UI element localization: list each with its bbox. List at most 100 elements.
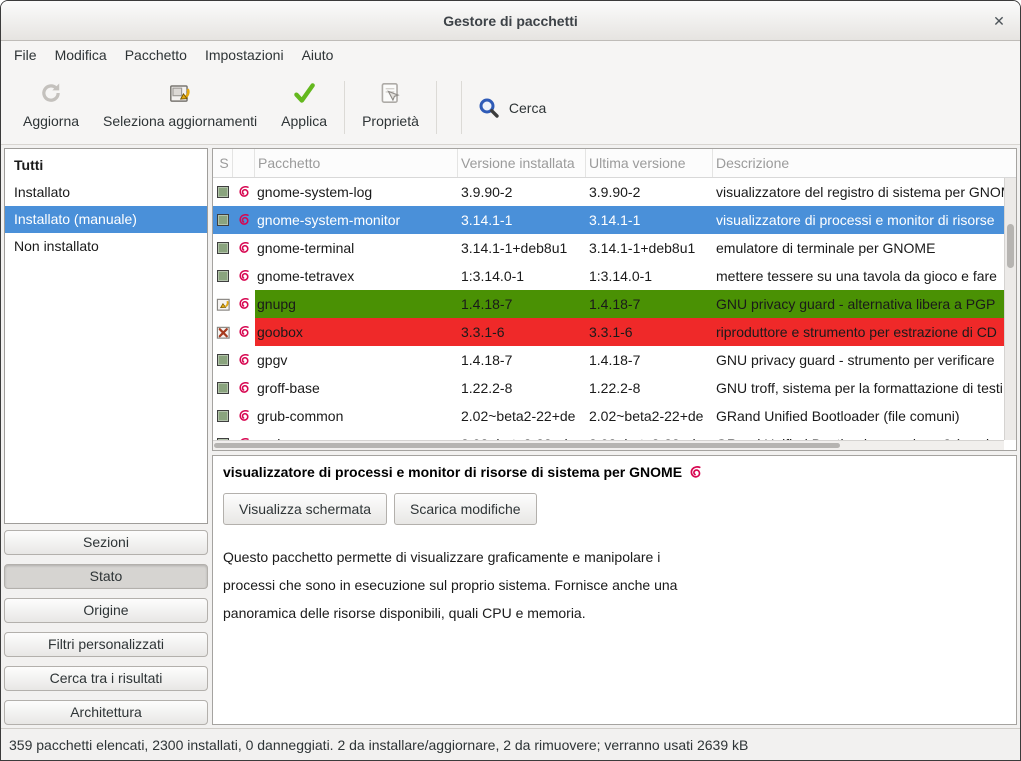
close-icon[interactable]: ✕ xyxy=(990,12,1008,30)
table-horizontal-scrollbar[interactable] xyxy=(213,440,1004,450)
package-status-cell[interactable] xyxy=(213,234,233,262)
view-button-architettura[interactable]: Architettura xyxy=(4,700,208,725)
table-row[interactable]: gnome-tetravex 1:3.14.0-1 1:3.14.0-1 met… xyxy=(213,262,1004,290)
table-row[interactable]: gnome-terminal 3.14.1-1+deb8u1 3.14.1-1+… xyxy=(213,234,1004,262)
package-name: goobox xyxy=(255,318,458,346)
package-table: S Pacchetto Versione installata Ultima v… xyxy=(212,148,1017,451)
remove-status-icon xyxy=(216,325,231,340)
view-button-sezioni[interactable]: Sezioni xyxy=(4,530,208,555)
table-row[interactable]: gnupg 1.4.18-7 1.4.18-7 GNU privacy guar… xyxy=(213,290,1004,318)
filter-item-tutti[interactable]: Tutti xyxy=(5,152,207,179)
installed-status-icon xyxy=(217,242,229,254)
mark-upgrades-icon xyxy=(167,79,193,107)
column-header-latest-version[interactable]: Ultima versione xyxy=(586,149,713,177)
table-row[interactable]: gnome-system-monitor 3.14.1-1 3.14.1-1 v… xyxy=(213,206,1004,234)
properties-button[interactable]: Proprietà xyxy=(350,75,431,140)
column-header-description[interactable]: Descrizione xyxy=(713,149,1016,177)
toolbar-separator xyxy=(461,81,462,134)
horizontal-scrollbar-thumb[interactable] xyxy=(214,443,840,448)
package-status-cell[interactable] xyxy=(213,402,233,430)
package-status-cell[interactable] xyxy=(213,346,233,374)
package-name: grub-common xyxy=(255,402,458,430)
package-short-description: GRand Unified Bootloader (file comuni) xyxy=(713,402,1004,430)
view-button-filtri-personalizzati[interactable]: Filtri personalizzati xyxy=(4,632,208,657)
table-row[interactable]: groff-base 1.22.2-8 1.22.2-8 GNU troff, … xyxy=(213,374,1004,402)
latest-version: 1.4.18-7 xyxy=(586,346,713,374)
latest-version: 2.02~beta2-22+de xyxy=(586,402,713,430)
table-vertical-scrollbar[interactable] xyxy=(1004,178,1016,440)
menu-item[interactable]: File xyxy=(5,42,46,68)
view-button-cerca-tra-i-risultati[interactable]: Cerca tra i risultati xyxy=(4,666,208,691)
menu-item[interactable]: Impostazioni xyxy=(196,42,293,68)
search-icon xyxy=(477,94,501,122)
search-button[interactable]: Cerca xyxy=(467,75,556,140)
package-short-description: GNU privacy guard - alternativa libera a… xyxy=(713,290,1004,318)
menu-item[interactable]: Aiuto xyxy=(293,42,343,68)
table-row[interactable]: grub-pc 2.02~beta2-22+de 2.02~beta2-22+d… xyxy=(213,430,1004,440)
debian-swirl-icon xyxy=(233,346,255,374)
installed-status-icon xyxy=(217,410,229,422)
latest-version: 1.4.18-7 xyxy=(586,290,713,318)
installed-version: 2.02~beta2-22+de xyxy=(458,430,586,440)
mark-upgrades-button[interactable]: Seleziona aggiornamenti xyxy=(91,75,269,140)
filter-item-non-installato[interactable]: Non installato xyxy=(5,233,207,260)
apply-check-icon xyxy=(291,79,317,107)
statusbar: 359 pacchetti elencati, 2300 installati,… xyxy=(1,728,1020,760)
apply-button[interactable]: Applica xyxy=(269,75,339,140)
column-header-package[interactable]: Pacchetto xyxy=(255,149,458,177)
installed-version: 3.14.1-1+deb8u1 xyxy=(458,234,586,262)
table-row[interactable]: gnome-system-log 3.9.90-2 3.9.90-2 visua… xyxy=(213,178,1004,206)
installed-status-icon xyxy=(217,186,229,198)
package-short-description: riproduttore e strumento per estrazione … xyxy=(713,318,1004,346)
package-short-description: GNU privacy guard - strumento per verifi… xyxy=(713,346,1004,374)
package-status-cell[interactable] xyxy=(213,262,233,290)
reload-button[interactable]: Aggiorna xyxy=(11,75,91,140)
table-header: S Pacchetto Versione installata Ultima v… xyxy=(213,149,1016,178)
view-button-stato[interactable]: Stato xyxy=(4,564,208,589)
menu-item[interactable]: Pacchetto xyxy=(116,42,196,68)
package-manager-window: Gestore di pacchetti ✕ File Modifica Pac… xyxy=(0,0,1021,761)
package-short-description: visualizzatore del registro di sistema p… xyxy=(713,178,1004,206)
installed-status-icon xyxy=(217,354,229,366)
package-status-cell[interactable] xyxy=(213,374,233,402)
latest-version: 3.14.1-1 xyxy=(586,206,713,234)
column-header-status[interactable]: S xyxy=(213,149,233,177)
package-status-cell[interactable] xyxy=(213,430,233,440)
table-row[interactable]: grub-common 2.02~beta2-22+de 2.02~beta2-… xyxy=(213,402,1004,430)
package-name: gnome-tetravex xyxy=(255,262,458,290)
latest-version: 3.9.90-2 xyxy=(586,178,713,206)
latest-version: 3.3.1-6 xyxy=(586,318,713,346)
tool-label: Seleziona aggiornamenti xyxy=(103,113,257,129)
table-row[interactable]: gpgv 1.4.18-7 1.4.18-7 GNU privacy guard… xyxy=(213,346,1004,374)
menubar: File Modifica Pacchetto Impostazioni Aiu… xyxy=(1,41,1020,69)
installed-version: 1.4.18-7 xyxy=(458,290,586,318)
menu-item[interactable]: Modifica xyxy=(46,42,116,68)
column-header-installed-version[interactable]: Versione installata xyxy=(458,149,586,177)
titlebar: Gestore di pacchetti ✕ xyxy=(1,1,1020,41)
view-screenshot-button[interactable]: Visualizza schermata xyxy=(223,493,387,525)
installed-version: 1.22.2-8 xyxy=(458,374,586,402)
refresh-icon xyxy=(38,79,64,107)
view-button-origine[interactable]: Origine xyxy=(4,598,208,623)
details-buttons-row: Visualizza schermata Scarica modifiche xyxy=(223,493,1006,525)
tool-label: Applica xyxy=(281,113,327,129)
main-area: Tutti Installato Installato (manuale) No… xyxy=(1,145,1020,728)
package-status-cell[interactable] xyxy=(213,290,233,318)
download-changelog-button[interactable]: Scarica modifiche xyxy=(394,493,537,525)
package-name: groff-base xyxy=(255,374,458,402)
package-status-cell[interactable] xyxy=(213,318,233,346)
installed-status-icon xyxy=(217,270,229,282)
table-row[interactable]: goobox 3.3.1-6 3.3.1-6 riproduttore e st… xyxy=(213,318,1004,346)
description-line: Questo pacchetto permette di visualizzar… xyxy=(223,543,1006,571)
column-header-origin[interactable] xyxy=(233,149,255,177)
filter-item-installato[interactable]: Installato xyxy=(5,179,207,206)
package-short-description: GNU troff, sistema per la formattazione … xyxy=(713,374,1004,402)
package-status-cell[interactable] xyxy=(213,178,233,206)
package-short-description: emulatore di terminale per GNOME xyxy=(713,234,1004,262)
vertical-scrollbar-thumb[interactable] xyxy=(1007,224,1014,268)
installed-version: 3.14.1-1 xyxy=(458,206,586,234)
filter-item-installato-manuale-[interactable]: Installato (manuale) xyxy=(5,206,207,233)
table-body: gnome-system-log 3.9.90-2 3.9.90-2 visua… xyxy=(213,178,1004,440)
package-status-cell[interactable] xyxy=(213,206,233,234)
package-name: gnome-terminal xyxy=(255,234,458,262)
